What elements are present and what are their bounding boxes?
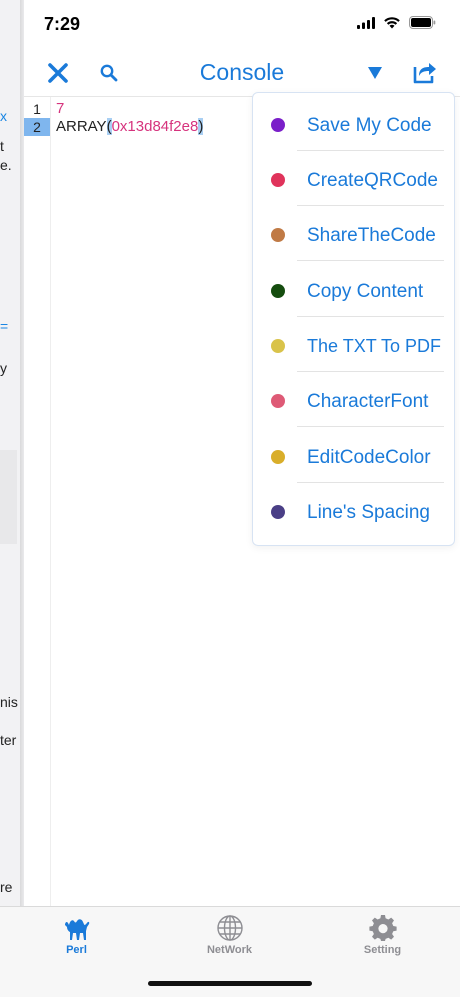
color-dot-icon [271, 339, 285, 353]
dropdown-triangle-icon[interactable] [364, 62, 386, 84]
line-number: 1 [33, 101, 41, 117]
background-fragment: nis [0, 694, 18, 710]
tab-setting[interactable]: Setting [306, 907, 459, 967]
code-text: 7 [56, 100, 65, 117]
globe-icon [217, 915, 243, 941]
code-token: ARRAY [56, 118, 107, 135]
code-text: ARRAY(0x13d84f2e8) [56, 118, 204, 136]
menu-item-txt-to-pdf[interactable]: The TXT To PDF [253, 317, 454, 372]
color-dot-icon [271, 505, 285, 519]
background-fragment: re [0, 879, 13, 895]
line-number-gutter [24, 97, 51, 906]
search-icon[interactable] [99, 63, 119, 83]
menu-item-label: CharacterFont [307, 391, 429, 412]
color-dot-icon [271, 394, 285, 408]
page-title: Console [199, 59, 285, 85]
menu-item-save-my-code[interactable]: Save My Code [253, 96, 454, 151]
status-icons [357, 16, 436, 29]
menu-item-label: EditCodeColor [307, 447, 431, 468]
background-fragment: y [0, 360, 7, 376]
battery-icon [409, 16, 436, 29]
menu-divider [297, 426, 444, 427]
tab-label: NetWork [206, 944, 253, 956]
share-icon[interactable] [411, 59, 439, 85]
menu-item-create-qr-code[interactable]: CreateQRCode [253, 151, 454, 206]
tab-perl[interactable]: Perl [0, 907, 153, 967]
menu-divider [297, 260, 444, 261]
code-paren-close: ) [198, 118, 204, 135]
tab-label: Perl [66, 944, 87, 956]
color-dot-icon [271, 284, 285, 298]
camel-icon [65, 919, 90, 940]
navigation-bar: Console [24, 50, 460, 96]
background-block [0, 450, 17, 544]
menu-item-label: ShareTheCode [307, 225, 436, 246]
menu-item-character-font[interactable]: CharacterFont [253, 372, 454, 427]
color-dot-icon [271, 173, 285, 187]
line-number-active: 2 [24, 118, 50, 136]
menu-item-label: Line's Spacing [307, 502, 430, 523]
color-dot-icon [271, 228, 285, 242]
background-fragment: = [0, 318, 9, 334]
menu-item-label: Copy Content [307, 281, 424, 302]
menu-item-edit-code-color[interactable]: EditCodeColor [253, 428, 454, 483]
home-indicator [148, 981, 312, 986]
background-fragment: e. [0, 157, 12, 173]
menu-item-line-spacing[interactable]: Line's Spacing [253, 483, 454, 538]
status-time: 7:29 [44, 14, 81, 34]
gear-icon [369, 915, 397, 941]
background-fragment: x [0, 108, 7, 124]
menu-item-copy-content[interactable]: Copy Content [253, 262, 454, 317]
code-hex: 0x13d84f2e8 [111, 118, 199, 135]
menu-item-label: Save My Code [307, 115, 432, 136]
color-dot-icon [271, 118, 285, 132]
signal-icon [357, 16, 375, 29]
color-dot-icon [271, 450, 285, 464]
menu-item-share-the-code[interactable]: ShareTheCode [253, 206, 454, 261]
tab-label: Setting [363, 944, 402, 956]
tab-network[interactable]: NetWork [153, 907, 306, 967]
actions-menu: Save My Code CreateQRCode ShareTheCode C… [252, 92, 455, 546]
close-icon[interactable] [44, 59, 72, 87]
menu-item-label: The TXT To PDF [307, 336, 442, 356]
background-fragment: t [0, 138, 4, 154]
wifi-icon [384, 17, 400, 29]
menu-item-label: CreateQRCode [307, 170, 438, 191]
background-fragment: ter [0, 732, 17, 748]
